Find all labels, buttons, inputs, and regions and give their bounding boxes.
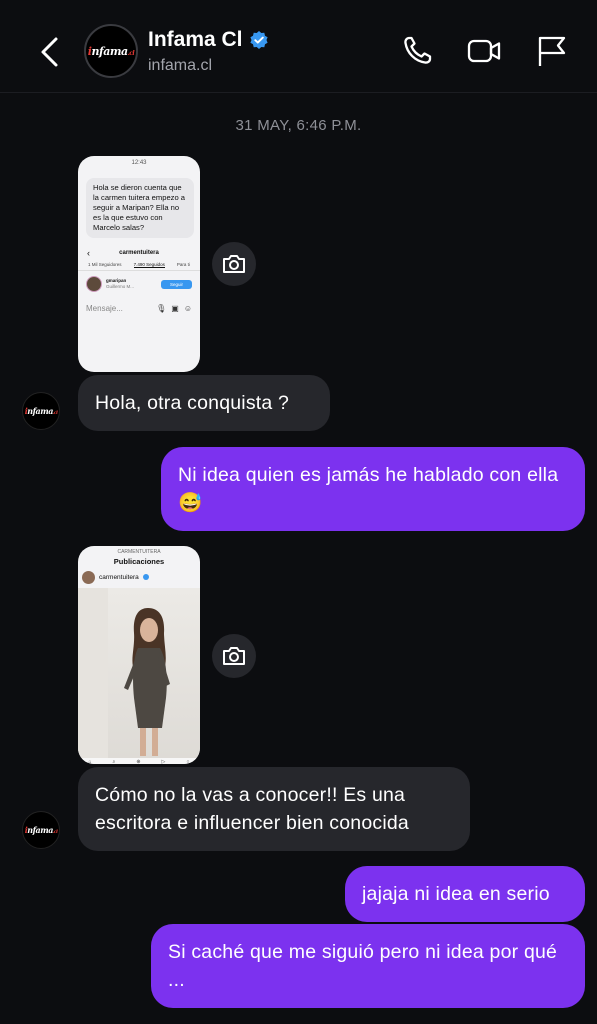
mini-tab: Para ti [176, 262, 190, 267]
mini-follow-sub: Guillermo M... [106, 284, 135, 289]
mini-posts-title: Publicaciones [113, 557, 165, 566]
message-bubble-incoming[interactable]: Cómo no la vas a conocer!! Es una escrit… [78, 767, 470, 851]
mini-follow-avatar [86, 276, 102, 292]
camera-icon [223, 647, 245, 665]
mini-profile-tabs: 1 Mil Seguidores 7.490 Seguidos Para ti [78, 260, 200, 271]
mini-message-input: Mensaje... 🎙 ▣ ☺ [78, 297, 200, 319]
mini-back-icon: ‹ [87, 248, 90, 258]
mini-verified-icon [142, 574, 149, 580]
shared-screenshot-2[interactable]: CARMENTUITERA Publicaciones carmentuiter… [78, 546, 200, 764]
mini-post-username: carmentuitera [99, 573, 139, 581]
video-icon[interactable] [467, 34, 501, 68]
camera-reply-button[interactable] [212, 634, 256, 678]
back-chevron-icon[interactable] [36, 36, 64, 68]
message-bubble-outgoing[interactable]: jajaja ni idea en serio [345, 866, 585, 922]
mini-follow-row: gmaripan Guillermo M... Seguir [78, 271, 200, 297]
mini-nav-bar: ⌂ ⌕ ⊕ ▷ ○ [78, 758, 200, 764]
chat-header: infama.cl Infama Cl infama.cl [0, 0, 597, 95]
message-bubble-outgoing[interactable]: Ni idea quien es jamás he hablado con el… [161, 447, 585, 531]
message-bubble-outgoing[interactable]: Si caché que me siguió pero ni idea por … [151, 924, 585, 1008]
mini-profile-bar: ‹ carmentuitera [78, 246, 200, 260]
mini-post-avatar [82, 570, 95, 584]
woman-photo-icon [78, 588, 170, 758]
header-divider [0, 92, 597, 93]
mini-tab: 7.490 Seguidos [133, 262, 165, 268]
phone-icon[interactable] [400, 34, 434, 68]
camera-icon [223, 255, 245, 273]
mini-post-user-row: carmentuitera [78, 566, 200, 588]
verified-badge-icon [249, 31, 268, 49]
sender-avatar[interactable]: infama.cl [22, 392, 60, 430]
infama-logo: infama.cl [24, 406, 58, 416]
infama-logo: infama.cl [87, 44, 135, 58]
contact-name-row[interactable]: Infama Cl [148, 28, 269, 52]
contact-handle: infama.cl [148, 57, 213, 74]
flag-icon[interactable] [535, 34, 569, 68]
date-separator: 31 MAY, 6:46 P.M. [235, 117, 362, 134]
mini-follow-text: gmaripan Guillermo M... [106, 278, 157, 290]
mini-posts-header: CARMENTUITERA Publicaciones [78, 546, 200, 566]
contact-avatar[interactable]: infama.cl [84, 24, 138, 78]
mini-mic-icon: 🎙 [156, 303, 167, 313]
shared-screenshot-1[interactable]: 12:43 Hola se dieron cuenta que la carme… [78, 156, 200, 372]
mini-profile-username: carmentuitera [119, 250, 159, 256]
mini-message: Hola se dieron cuenta que la carmen tuit… [86, 178, 194, 238]
mini-gallery-icon: ▣ [171, 303, 179, 313]
mini-sticker-icon: ☺ [183, 303, 192, 313]
camera-reply-button[interactable] [212, 242, 256, 286]
mini-input-placeholder: Mensaje... [86, 303, 123, 313]
mini-status-time: 12:43 [131, 160, 147, 166]
message-bubble-incoming[interactable]: Hola, otra conquista ? [78, 375, 330, 431]
mini-post-photo [78, 588, 200, 758]
infama-logo: infama.cl [24, 825, 58, 835]
contact-name: Infama Cl [148, 28, 243, 51]
mini-follow-button: Seguir [160, 279, 192, 289]
sender-avatar[interactable]: infama.cl [22, 811, 60, 849]
mini-posts-sub: CARMENTUITERA [117, 549, 161, 555]
mini-tab: 1 Mil Seguidores [88, 262, 122, 267]
